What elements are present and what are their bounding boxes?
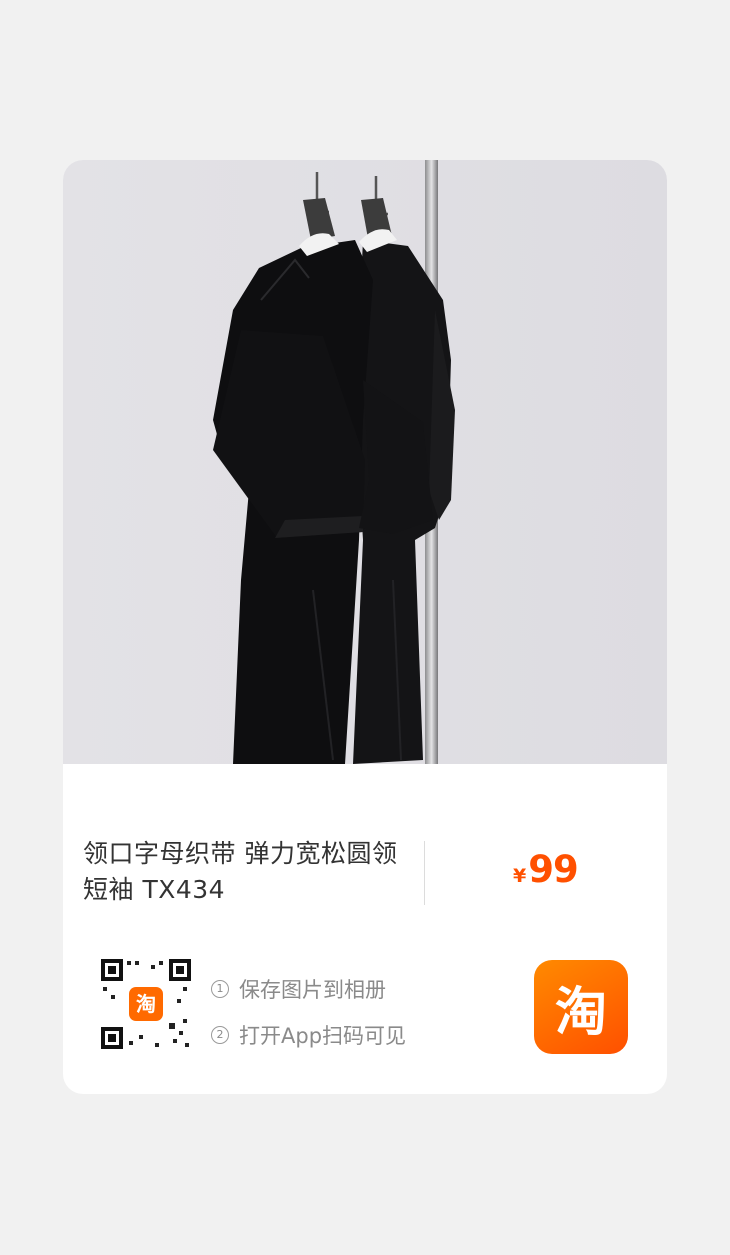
share-card: 领口字母织带 弹力宽松圆领短袖 TX434 ¥99 淘 1 保存图片到相册 2 … bbox=[63, 160, 667, 1094]
step-number-2: 2 bbox=[211, 1026, 229, 1044]
product-photo-illustration bbox=[63, 160, 667, 764]
taobao-app-icon[interactable]: 淘 bbox=[534, 960, 628, 1054]
price: ¥99 bbox=[513, 848, 579, 891]
step-save-image: 1 保存图片到相册 bbox=[211, 966, 406, 1012]
app-icon-text: 淘 bbox=[554, 982, 607, 1043]
divider bbox=[424, 841, 425, 905]
qr-code[interactable]: 淘 bbox=[99, 957, 193, 1051]
step-open-app: 2 打开App扫码可见 bbox=[211, 1012, 406, 1058]
product-title: 领口字母织带 弹力宽松圆领短袖 TX434 bbox=[83, 839, 398, 904]
step-2-text: 打开App扫码可见 bbox=[239, 1024, 407, 1048]
step-number-1: 1 bbox=[211, 980, 229, 998]
scan-instructions: 1 保存图片到相册 2 打开App扫码可见 bbox=[211, 966, 406, 1058]
step-1-text: 保存图片到相册 bbox=[239, 978, 386, 1002]
product-image[interactable] bbox=[63, 160, 667, 764]
qr-logo-text: 淘 bbox=[136, 992, 156, 1016]
price-currency: ¥ bbox=[513, 865, 527, 887]
price-value: 99 bbox=[528, 848, 578, 891]
